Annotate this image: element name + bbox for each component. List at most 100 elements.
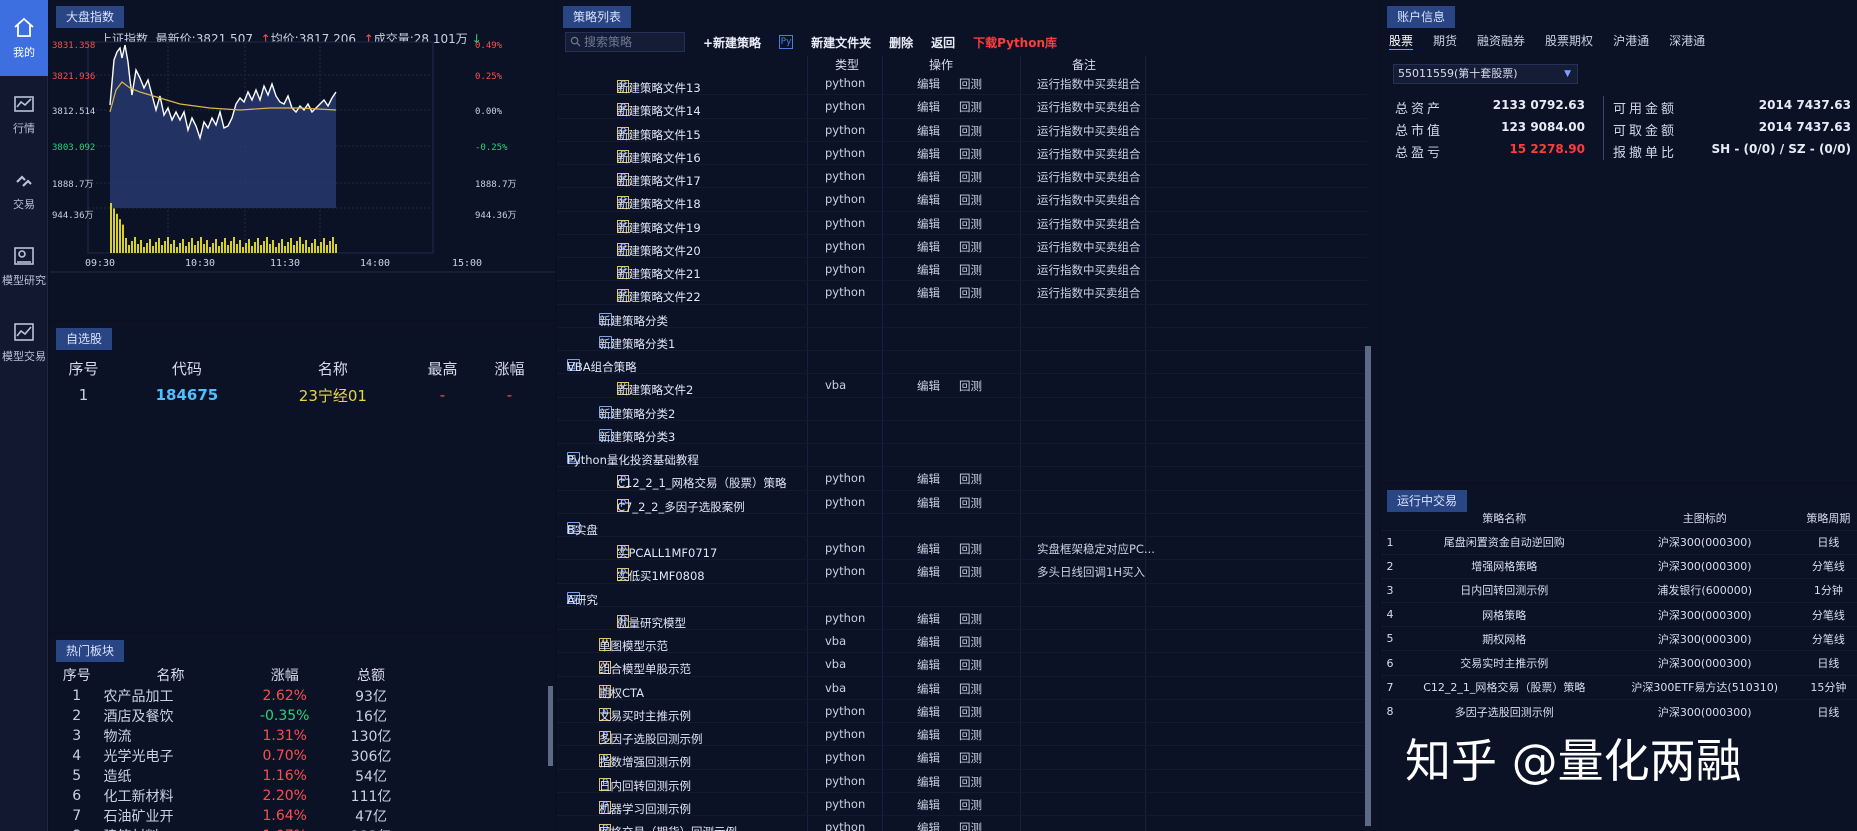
account-tab-1[interactable]: 期货 — [1433, 32, 1457, 50]
table-row[interactable]: 3 日内回转回测示例 浦发银行(600000) 1分钟 — [1381, 577, 1857, 603]
backtest-button[interactable]: 回测 — [959, 657, 982, 673]
watch-header-1[interactable]: 代码 — [117, 354, 257, 382]
nav-item-4[interactable]: 模型交易 — [0, 304, 48, 380]
running-header-2[interactable]: 主图标的 — [1610, 506, 1800, 530]
strategy-row[interactable]: 新建策略分类1 — [557, 328, 1367, 351]
running-header-0[interactable] — [1381, 506, 1399, 530]
nav-item-2[interactable]: 交易 — [0, 152, 48, 228]
account-select[interactable]: 55011559(第十套股票) ▼ — [1393, 64, 1578, 84]
strategy-row[interactable]: 新建策略文件16 python 编辑 回测 运行指数中买卖组合 — [557, 142, 1367, 165]
table-row[interactable]: 3 物流 1.31% 130亿 — [50, 726, 410, 746]
backtest-button[interactable]: 回测 — [959, 123, 982, 139]
table-row[interactable]: 5 期权网格 沪深300(000300) 分笔线 — [1381, 626, 1857, 651]
strategy-row[interactable]: 指数增强回测示例 python 编辑 回测 — [557, 746, 1367, 770]
strategy-row[interactable]: 实PCALL1MF0717 python 编辑 回测 实盘框架稳定对应PC... — [557, 537, 1367, 561]
table-row[interactable]: 7 C12_2_1_网格交易（股票）策略 沪深300ETF易方达(510310)… — [1381, 674, 1857, 700]
edit-button[interactable]: 编辑 — [917, 774, 940, 790]
running-header-1[interactable]: 策略名称 — [1399, 506, 1610, 530]
edit-button[interactable]: 编辑 — [917, 750, 940, 766]
strategy-row[interactable]: 日内回转回测示例 python 编辑 回测 — [557, 770, 1367, 793]
strategy-row[interactable]: ⊟ A研究 — [557, 584, 1367, 607]
backtest-button[interactable]: 回测 — [959, 378, 982, 394]
backtest-button[interactable]: 回测 — [959, 471, 982, 487]
backtest-button[interactable]: 回测 — [959, 797, 982, 813]
edit-button[interactable]: 编辑 — [917, 564, 940, 580]
table-row[interactable]: 8 建筑材料 1.07% 233亿 — [50, 826, 410, 831]
backtest-button[interactable]: 回测 — [959, 564, 982, 580]
edit-button[interactable]: 编辑 — [917, 541, 940, 557]
account-tab-5[interactable]: 深港通 — [1669, 32, 1705, 50]
edit-button[interactable]: 编辑 — [917, 797, 940, 813]
hot-header-0[interactable]: 序号 — [50, 664, 104, 686]
table-row[interactable]: 4 网格策略 沪深300(000300) 分笔线 — [1381, 602, 1857, 627]
new-strategy-button[interactable]: +新建策略 — [703, 34, 761, 51]
edit-button[interactable]: 编辑 — [917, 820, 940, 831]
strategy-row[interactable]: 新建策略文件13 python 编辑 回测 运行指数中买卖组合 — [557, 72, 1367, 96]
backtest-button[interactable]: 回测 — [959, 495, 982, 511]
table-row[interactable]: 4 光学光电子 0.70% 306亿 — [50, 746, 410, 766]
table-row[interactable]: 1 尾盘闲置资金自动逆回购 沪深300(000300) 日线 — [1381, 529, 1857, 555]
backtest-button[interactable]: 回测 — [959, 750, 982, 766]
delete-button[interactable]: 删除 — [889, 34, 913, 51]
strategy-row[interactable]: 新建策略分类2 — [557, 398, 1367, 421]
backtest-button[interactable]: 回测 — [959, 192, 982, 208]
watch-header-3[interactable]: 最高 — [409, 354, 476, 382]
backtest-button[interactable]: 回测 — [959, 727, 982, 743]
edit-button[interactable]: 编辑 — [917, 378, 940, 394]
account-tab-3[interactable]: 股票期权 — [1545, 32, 1593, 50]
strategy-row[interactable]: 网格交易（期货）回测示例 python 编辑 回测 — [557, 816, 1367, 831]
strategy-row[interactable]: 新建策略文件18 python 编辑 回测 运行指数中买卖组合 — [557, 188, 1367, 212]
edit-button[interactable]: 编辑 — [917, 146, 940, 162]
table-row[interactable]: 7 石油矿业开 1.64% 47亿 — [50, 806, 410, 826]
strategy-row[interactable]: 新建策略文件20 python 编辑 回测 运行指数中买卖组合 — [557, 235, 1367, 258]
strategy-row[interactable]: 文易买时主推示例 python 编辑 回测 — [557, 700, 1367, 723]
download-python-lib-button[interactable]: 下载Python库 — [973, 34, 1057, 51]
backtest-button[interactable]: 回测 — [959, 820, 982, 831]
account-tab-2[interactable]: 融资融券 — [1477, 32, 1525, 50]
hot-header-3[interactable]: 总额 — [332, 664, 410, 686]
table-row[interactable]: 1 农产品加工 2.62% 93亿 — [50, 686, 410, 706]
edit-button[interactable]: 编辑 — [917, 657, 940, 673]
edit-button[interactable]: 编辑 — [917, 99, 940, 115]
strategy-row[interactable]: 新建策略文件21 python 编辑 回测 运行指数中买卖组合 — [557, 258, 1367, 282]
backtest-button[interactable]: 回测 — [959, 611, 982, 627]
watch-header-0[interactable]: 序号 — [50, 354, 117, 382]
edit-button[interactable]: 编辑 — [917, 285, 940, 301]
new-folder-button[interactable]: 新建文件夹 — [811, 34, 871, 51]
strategy-row[interactable]: C7_2_2_多因子选股案例 python 编辑 回测 — [557, 491, 1367, 514]
strategy-list-tab[interactable]: 策略列表 — [563, 6, 632, 28]
backtest-button[interactable]: 回测 — [959, 634, 982, 650]
python-icon[interactable]: Py — [779, 35, 794, 49]
strategy-row[interactable]: ⊟ Python量化投资基础教程 — [557, 444, 1367, 468]
nav-item-1[interactable]: 行情 — [0, 76, 48, 152]
strategy-search-input[interactable]: 搜索策略 — [565, 32, 685, 52]
edit-button[interactable]: 编辑 — [917, 681, 940, 697]
watch-header-2[interactable]: 名称 — [257, 354, 409, 382]
table-row[interactable]: 1 184675 23宁经01 - - - — [50, 382, 555, 408]
strategy-row[interactable]: ⊟ VBA组合策略 — [557, 351, 1367, 375]
edit-button[interactable]: 编辑 — [917, 262, 940, 278]
strategy-scrollbar[interactable] — [1365, 346, 1371, 826]
backtest-button[interactable]: 回测 — [959, 169, 982, 185]
backtest-button[interactable]: 回测 — [959, 285, 982, 301]
strategy-row[interactable]: 多因子选股回测示例 python 编辑 回测 — [557, 723, 1367, 747]
watchlist-tab[interactable]: 自选股 — [56, 328, 113, 350]
edit-button[interactable]: 编辑 — [917, 727, 940, 743]
strategy-row[interactable]: 组合模型单股示范 vba 编辑 回测 — [557, 653, 1367, 677]
strategy-row[interactable]: 新建策略分类3 — [557, 421, 1367, 444]
table-row[interactable]: 8 多因子选股回测示例 沪深300(000300) 日线 — [1381, 698, 1857, 724]
strategy-row[interactable]: C12_2_1_网格交易（股票）策略 python 编辑 回测 — [557, 467, 1367, 491]
table-row[interactable]: 2 增强网格策略 沪深300(000300) 分笔线 — [1381, 553, 1857, 579]
strategy-row[interactable]: 新建策略文件19 python 编辑 回测 运行指数中买卖组合 — [557, 212, 1367, 235]
strategy-row[interactable]: 就量研究模型 python 编辑 回测 — [557, 607, 1367, 630]
edit-button[interactable]: 编辑 — [917, 495, 940, 511]
edit-button[interactable]: 编辑 — [917, 611, 940, 627]
edit-button[interactable]: 编辑 — [917, 192, 940, 208]
edit-button[interactable]: 编辑 — [917, 76, 940, 92]
backtest-button[interactable]: 回测 — [959, 681, 982, 697]
backtest-button[interactable]: 回测 — [959, 216, 982, 232]
backtest-button[interactable]: 回测 — [959, 262, 982, 278]
table-row[interactable]: 6 化工新材料 2.20% 111亿 — [50, 786, 410, 806]
backtest-button[interactable]: 回测 — [959, 76, 982, 92]
nav-item-0[interactable]: 我的 — [0, 0, 48, 76]
